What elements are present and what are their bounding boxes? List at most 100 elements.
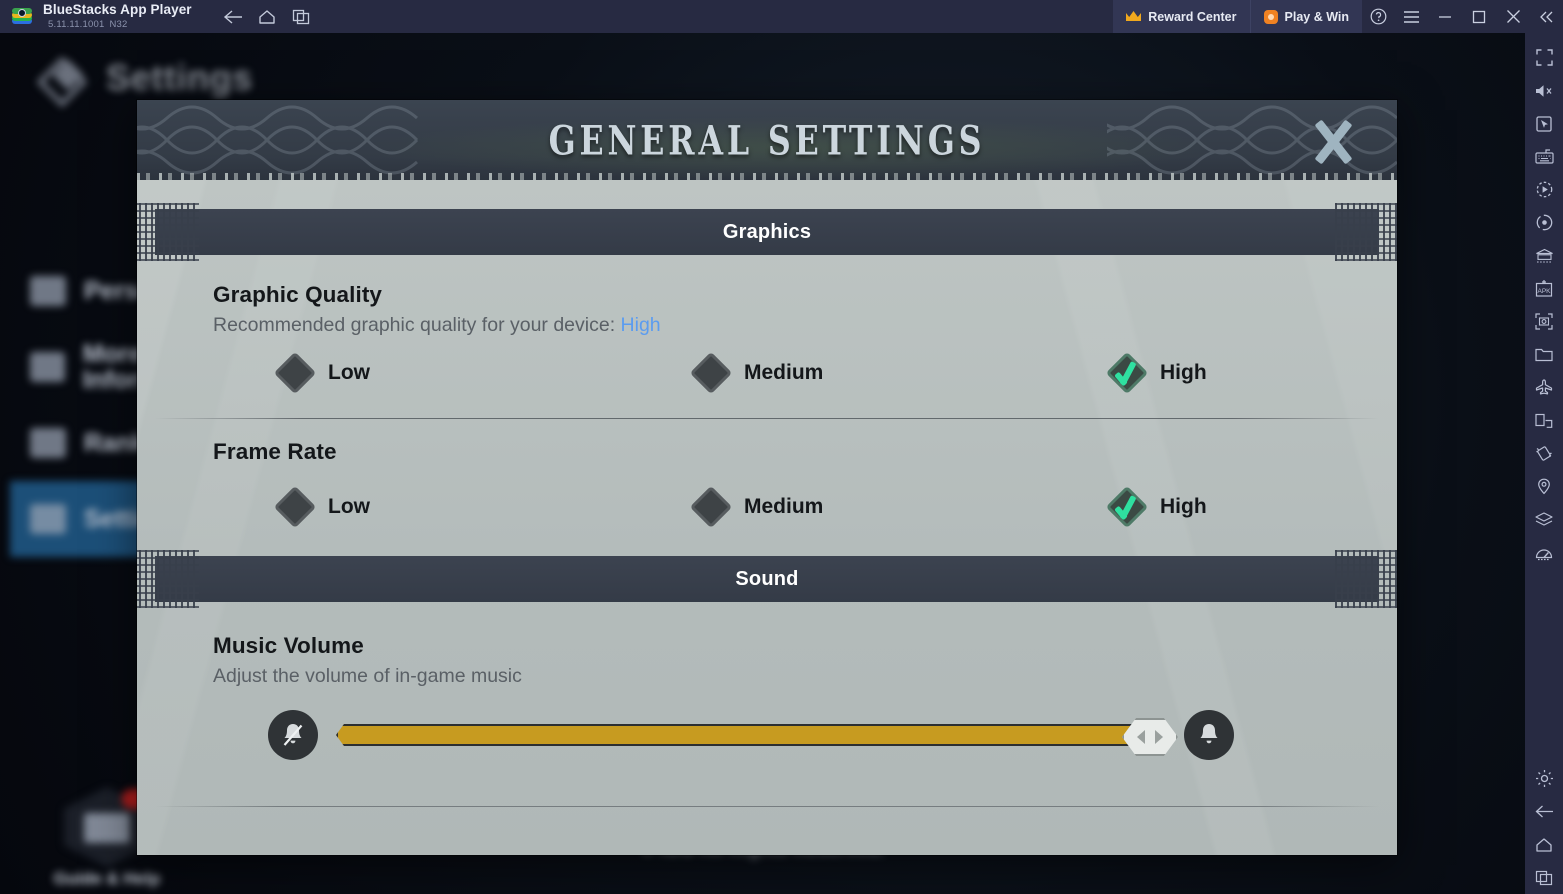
settings-gear-icon[interactable]	[1525, 762, 1563, 795]
section-edge-left	[137, 203, 199, 261]
graphic-quality-options: Low Medium High	[213, 351, 1321, 395]
titlebar-right-group: Reward Center Play & Win	[1113, 0, 1563, 33]
rank-icon	[30, 428, 66, 458]
settings-icon	[30, 504, 66, 534]
bell-muted-icon[interactable]	[268, 710, 318, 760]
setting-subtitle: Recommended graphic quality for your dev…	[213, 314, 1321, 337]
option-graphic-quality-medium[interactable]: Medium	[629, 351, 1045, 395]
home-icon[interactable]	[1525, 828, 1563, 861]
back-button[interactable]	[218, 4, 248, 30]
setting-group-frame-rate: Frame Rate Low Medium High	[137, 439, 1397, 529]
title-bar: BlueStacks App Player 5.11.11.1001 N32 Re…	[0, 0, 1563, 33]
help-button[interactable]	[1362, 0, 1395, 33]
radio-diamond-checked-icon	[1105, 485, 1149, 529]
radio-diamond-icon	[689, 351, 733, 395]
section-edge-left	[137, 550, 199, 608]
setting-subtitle-text: Recommended graphic quality for your dev…	[213, 314, 621, 336]
section-edge-right	[1335, 550, 1397, 608]
reward-center-button[interactable]: Reward Center	[1113, 0, 1250, 33]
option-label: Medium	[744, 361, 824, 384]
keyboard-icon[interactable]	[1525, 140, 1563, 173]
option-label: High	[1160, 495, 1207, 518]
macro-record-icon[interactable]	[1525, 173, 1563, 206]
game-page-header: Settings	[44, 57, 253, 99]
layers-icon[interactable]	[1525, 503, 1563, 536]
build-number: N32	[109, 18, 128, 30]
right-toolbar: APK	[1525, 33, 1563, 894]
close-window-button[interactable]	[1496, 0, 1530, 33]
bluestacks-logo-icon	[12, 7, 32, 27]
back-arrow-icon[interactable]	[1525, 795, 1563, 828]
mute-icon[interactable]	[1525, 74, 1563, 107]
play-and-win-button[interactable]: Play & Win	[1249, 0, 1362, 33]
setting-group-graphic-quality: Graphic Quality Recommended graphic qual…	[137, 282, 1397, 395]
fullscreen-icon[interactable]	[1525, 41, 1563, 74]
section-header-sound: Sound	[137, 550, 1397, 608]
slider-fill	[336, 724, 1166, 746]
option-frame-rate-high[interactable]: High	[1045, 485, 1207, 529]
guide-and-help-label: Guide & Help	[53, 869, 161, 888]
bottom-divider	[155, 806, 1379, 807]
sidebar-item-label: Rank	[84, 428, 146, 457]
personal-info-icon	[30, 276, 66, 306]
radio-diamond-icon	[689, 485, 733, 529]
radio-diamond-icon	[273, 485, 317, 529]
option-graphic-quality-high[interactable]: High	[1045, 351, 1207, 395]
multi-instance-sync-icon[interactable]	[1525, 239, 1563, 272]
setting-subtitle: Adjust the volume of in-game music	[213, 665, 522, 687]
setting-group-music-volume: Music Volume Adjust the volume of in-gam…	[137, 633, 1397, 760]
general-settings-dialog: GENERAL SETTINGS Graphics Graphic Qualit…	[137, 100, 1397, 855]
multi-instance-button[interactable]	[286, 4, 316, 30]
cursor-icon[interactable]	[1525, 107, 1563, 140]
maximize-button[interactable]	[1462, 0, 1496, 33]
location-icon[interactable]	[1525, 470, 1563, 503]
bell-icon[interactable]	[1184, 710, 1234, 760]
option-label: High	[1160, 361, 1207, 384]
setting-title: Frame Rate	[213, 439, 337, 464]
recommended-quality-value: High	[620, 314, 661, 336]
collapse-sidebar-button[interactable]	[1530, 0, 1563, 33]
setting-title: Graphic Quality	[213, 282, 383, 307]
option-frame-rate-medium[interactable]: Medium	[629, 485, 1045, 529]
game-logo-icon	[44, 61, 88, 95]
performance-icon[interactable]	[1525, 536, 1563, 569]
game-page-title: Settings	[106, 57, 253, 98]
recents-icon[interactable]	[1525, 861, 1563, 894]
home-button[interactable]	[252, 4, 282, 30]
version-number: 5.11.11.1001	[48, 18, 105, 30]
play-and-win-label: Play & Win	[1284, 9, 1349, 24]
screenshot-icon[interactable]	[1525, 305, 1563, 338]
record-icon[interactable]	[1525, 206, 1563, 239]
option-label: Medium	[744, 495, 824, 518]
app-version: 5.11.11.1001 N32	[43, 18, 192, 30]
frame-rate-options: Low Medium High	[213, 485, 1321, 529]
bluestacks-window: BlueStacks App Player 5.11.11.1001 N32 Re…	[0, 0, 1563, 894]
minimize-button[interactable]	[1428, 0, 1462, 33]
more-information-icon	[30, 352, 65, 382]
media-folder-icon[interactable]	[1525, 338, 1563, 371]
slider-handle[interactable]	[1122, 718, 1178, 756]
section-title: Sound	[735, 567, 799, 590]
option-label: Low	[328, 361, 370, 384]
shake-icon[interactable]	[1525, 437, 1563, 470]
option-graphic-quality-low[interactable]: Low	[213, 351, 629, 395]
radio-diamond-icon	[273, 351, 317, 395]
close-icon[interactable]	[1307, 118, 1359, 166]
music-volume-slider[interactable]	[336, 718, 1178, 756]
rotate-screen-icon[interactable]	[1525, 404, 1563, 437]
option-label: Low	[328, 495, 370, 518]
install-apk-icon[interactable]: APK	[1525, 272, 1563, 305]
section-header-graphics: Graphics	[137, 203, 1397, 261]
option-frame-rate-low[interactable]: Low	[213, 485, 629, 529]
radio-diamond-checked-icon	[1105, 351, 1149, 395]
crown-icon	[1126, 11, 1142, 22]
dialog-title: GENERAL SETTINGS	[548, 116, 986, 164]
music-volume-slider-row	[213, 710, 1321, 760]
section-title: Graphics	[722, 220, 812, 243]
dialog-header: GENERAL SETTINGS	[137, 100, 1397, 180]
hamburger-menu-button[interactable]	[1395, 0, 1428, 33]
airplane-icon[interactable]	[1525, 371, 1563, 404]
game-canvas: Settings Personal info More Information …	[0, 33, 1525, 894]
reward-center-label: Reward Center	[1148, 9, 1237, 24]
window-nav-buttons	[218, 4, 316, 30]
